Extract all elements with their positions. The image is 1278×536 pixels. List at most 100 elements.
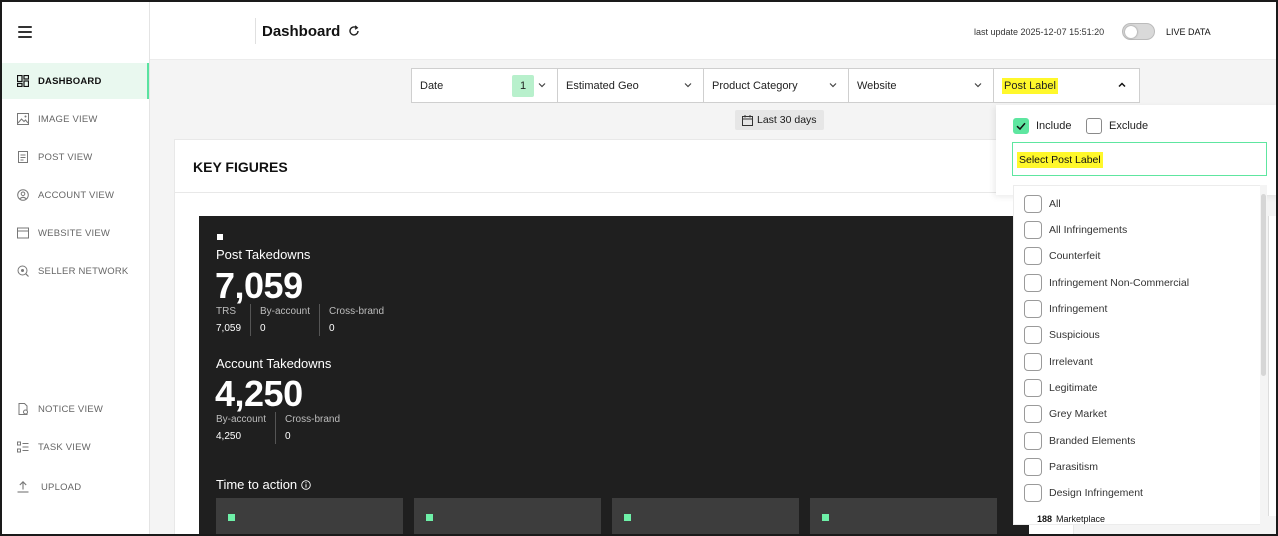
image-icon	[16, 112, 30, 126]
option-checkbox[interactable]	[1024, 326, 1042, 344]
option-legitimate[interactable]: Legitimate	[1024, 379, 1097, 397]
option-checkbox[interactable]	[1024, 247, 1042, 265]
option-design-infringement[interactable]: Design Infringement	[1024, 484, 1143, 502]
account-cross-brand-stat: Cross-brand 0	[285, 414, 340, 442]
marketplace-label: Marketplace	[1056, 514, 1106, 524]
post-label-search-input[interactable]: Select Post Label	[1012, 142, 1267, 176]
sidebar-item-website-view[interactable]: WEBSITE VIEW	[2, 215, 149, 251]
sidebar: DASHBOARD IMAGE VIEW POST VIEW ACCOUNT V…	[2, 2, 150, 534]
tile-marker	[624, 514, 631, 521]
time-to-action-tile[interactable]	[810, 498, 997, 534]
option-label: Legitimate	[1049, 382, 1098, 394]
option-checkbox[interactable]	[1024, 458, 1042, 476]
account-icon	[16, 188, 30, 202]
time-to-action-label: Time to action	[216, 477, 298, 492]
option-checkbox[interactable]	[1024, 379, 1042, 397]
option-all[interactable]: All	[1024, 195, 1061, 213]
sidebar-item-upload[interactable]: UPLOAD	[2, 469, 149, 505]
dashboard-icon	[16, 74, 30, 88]
option-checkbox[interactable]	[1024, 221, 1042, 239]
account-takedowns-label: Account Takedowns	[216, 356, 332, 371]
tile-marker	[822, 514, 829, 521]
product-category-filter[interactable]: Product Category	[703, 68, 849, 103]
option-infringement[interactable]: Infringement	[1024, 300, 1107, 318]
top-header: Dashboard last update 2025-12-07 15:51:2…	[150, 2, 1276, 60]
stat-label: Cross-brand	[285, 414, 341, 425]
info-icon[interactable]	[301, 479, 311, 490]
exclude-checkbox[interactable]	[1086, 118, 1102, 134]
seller-network-icon	[16, 264, 30, 278]
stat-divider	[250, 304, 251, 336]
option-infringement-non-commercial[interactable]: Infringement Non-Commercial	[1024, 274, 1189, 292]
key-figures-panel: Post Takedowns 7,059 TRS 7,059 By-accoun…	[199, 216, 1029, 534]
category-filter-label: Product Category	[712, 79, 798, 92]
sidebar-item-label: NOTICE VIEW	[38, 403, 104, 415]
option-label: Infringement	[1049, 303, 1108, 315]
option-label: Design Infringement	[1049, 487, 1143, 499]
option-checkbox[interactable]	[1024, 432, 1042, 450]
option-checkbox[interactable]	[1024, 353, 1042, 371]
card-divider	[175, 192, 1075, 193]
time-to-action-tile[interactable]	[216, 498, 403, 534]
dropdown-scrollbar-thumb[interactable]	[1261, 194, 1266, 376]
stat-label: TRS	[216, 306, 236, 317]
date-filter[interactable]: Date 1	[411, 68, 558, 103]
sidebar-item-notice-view[interactable]: NOTICE VIEW	[2, 391, 149, 427]
sidebar-item-label: TASK VIEW	[38, 441, 91, 453]
option-label: Irrelevant	[1049, 356, 1093, 368]
option-grey-market[interactable]: Grey Market	[1024, 405, 1107, 423]
time-to-action-tile[interactable]	[612, 498, 799, 534]
date-range-pill[interactable]: Last 30 days	[735, 110, 824, 130]
sidebar-item-account-view[interactable]: ACCOUNT VIEW	[2, 177, 149, 213]
chevron-down-icon	[538, 83, 546, 88]
option-suspicious[interactable]: Suspicious	[1024, 326, 1100, 344]
sidebar-item-seller-network[interactable]: SELLER NETWORK	[2, 253, 149, 289]
sidebar-item-label: DASHBOARD	[38, 75, 102, 87]
option-checkbox[interactable]	[1024, 484, 1042, 502]
option-all-infringements[interactable]: All Infringements	[1024, 221, 1127, 239]
post-label-filter[interactable]: Post Label	[993, 68, 1140, 103]
time-to-action-tile[interactable]	[414, 498, 601, 534]
option-label: Suspicious	[1049, 329, 1100, 341]
website-filter[interactable]: Website	[848, 68, 994, 103]
date-range-label: Last 30 days	[757, 114, 817, 126]
square-marker	[217, 234, 223, 240]
sidebar-item-label: ACCOUNT VIEW	[38, 189, 115, 201]
search-placeholder: Select Post Label	[1017, 152, 1103, 168]
marketplace-count: 188	[1037, 514, 1053, 524]
menu-icon[interactable]	[18, 26, 32, 38]
stat-value: 4,250	[216, 431, 242, 442]
estimated-geo-filter[interactable]: Estimated Geo	[557, 68, 704, 103]
stat-divider	[275, 412, 276, 444]
sidebar-item-dashboard[interactable]: DASHBOARD	[2, 63, 149, 99]
option-checkbox[interactable]	[1024, 195, 1042, 213]
option-checkbox[interactable]	[1024, 274, 1042, 292]
chevron-up-icon	[1118, 82, 1126, 88]
stat-value: 0	[260, 323, 266, 334]
option-parasitism[interactable]: Parasitism	[1024, 458, 1098, 476]
tile-marker	[228, 514, 235, 521]
sidebar-item-label: WEBSITE VIEW	[38, 227, 111, 239]
option-label: Branded Elements	[1049, 435, 1136, 447]
option-counterfeit[interactable]: Counterfeit	[1024, 247, 1100, 265]
option-branded-elements[interactable]: Branded Elements	[1024, 432, 1135, 450]
option-checkbox[interactable]	[1024, 405, 1042, 423]
time-to-action-heading: Time to action	[216, 477, 311, 492]
option-checkbox[interactable]	[1024, 300, 1042, 318]
sidebar-item-task-view[interactable]: TASK VIEW	[2, 429, 149, 465]
tile-marker	[426, 514, 433, 521]
include-option[interactable]: Include	[1013, 118, 1071, 134]
option-irrelevant[interactable]: Irrelevant	[1024, 353, 1093, 371]
last-update-text: last update 2025-12-07 15:51:20	[974, 27, 1105, 37]
exclude-option[interactable]: Exclude	[1086, 118, 1148, 134]
date-filter-count-badge: 1	[512, 75, 534, 97]
refresh-icon[interactable]	[347, 24, 361, 38]
by-account-stat: By-account 0	[260, 306, 310, 334]
sidebar-item-post-view[interactable]: POST VIEW	[2, 139, 149, 175]
live-data-toggle[interactable]	[1122, 23, 1155, 40]
post-icon	[16, 150, 30, 164]
post-takedowns-value: 7,059	[215, 265, 303, 306]
account-takedowns-value: 4,250	[215, 373, 303, 414]
include-checkbox[interactable]	[1013, 118, 1029, 134]
sidebar-item-image-view[interactable]: IMAGE VIEW	[2, 101, 149, 137]
